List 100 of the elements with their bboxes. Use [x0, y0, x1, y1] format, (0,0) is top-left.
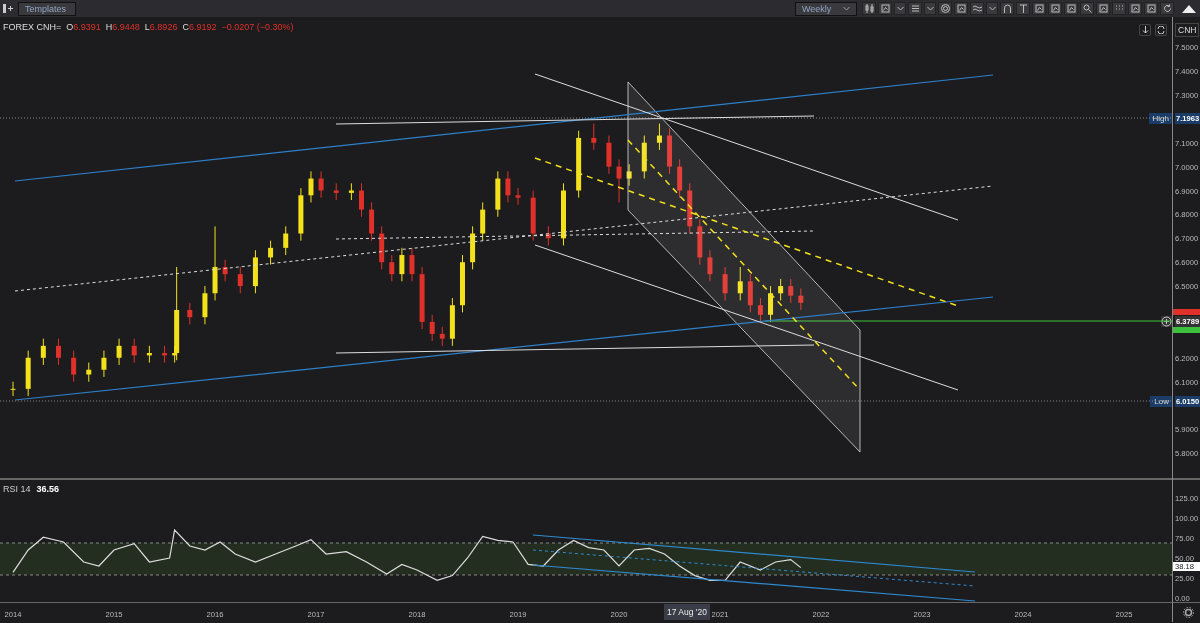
- candle: [283, 225, 289, 256]
- down-arrow-icon[interactable]: [1139, 24, 1151, 36]
- field-value: 6.9391: [73, 22, 101, 32]
- settings-icon[interactable]: [1183, 607, 1194, 618]
- field-label: C: [182, 22, 189, 32]
- field-label: O: [66, 22, 74, 32]
- candle: [429, 314, 435, 342]
- candle: [40, 338, 46, 366]
- text-icon[interactable]: [1016, 2, 1030, 15]
- candle: [409, 247, 415, 282]
- field-label: H: [105, 22, 113, 32]
- wave-icon[interactable]: [970, 2, 984, 15]
- caret-icon[interactable]: [986, 2, 998, 15]
- candle: [768, 285, 774, 323]
- grid-icon[interactable]: [1112, 2, 1126, 15]
- candle: [626, 163, 632, 187]
- candle: [202, 285, 208, 325]
- change-value: −0.0207 (−0.30%): [221, 22, 294, 32]
- caret-icon[interactable]: [924, 2, 936, 15]
- field-label: L: [144, 22, 150, 32]
- candle: [545, 225, 551, 246]
- annotation-drawing[interactable]: [532, 534, 976, 602]
- magnet-icon[interactable]: [1000, 2, 1014, 15]
- price-tag: [1173, 327, 1200, 333]
- candle: [449, 297, 455, 347]
- candle: [389, 254, 395, 282]
- candle: [318, 170, 324, 199]
- candle: [460, 254, 465, 313]
- candle: [576, 130, 582, 199]
- symbol-name: FOREX CNH=: [3, 22, 62, 32]
- candle: [737, 266, 743, 301]
- candle: [439, 326, 445, 347]
- candle: [641, 135, 647, 180]
- candle: [606, 135, 612, 175]
- candle: [359, 182, 364, 218]
- panel-toggle-icon[interactable]: [2, 2, 14, 15]
- candle: [348, 182, 354, 201]
- candle: [530, 190, 536, 242]
- candle: [237, 266, 243, 294]
- candle: [399, 247, 405, 282]
- candle: [495, 170, 501, 218]
- candle: [162, 345, 168, 364]
- search-icon[interactable]: [1080, 2, 1094, 15]
- candle: [25, 350, 31, 397]
- candle: [10, 381, 16, 397]
- candle: [707, 249, 713, 282]
- price-tag: [1173, 309, 1200, 315]
- candle: [616, 158, 622, 203]
- candle: [222, 259, 228, 282]
- candle: [369, 201, 375, 242]
- candle: [56, 338, 61, 366]
- candle: [591, 123, 597, 151]
- marker-label: Low: [1150, 395, 1173, 407]
- list-icon[interactable]: [908, 2, 922, 15]
- candle: [757, 297, 763, 323]
- currency-dropdown[interactable]: CNH: [1175, 23, 1200, 37]
- candle: [101, 350, 107, 378]
- candle: [419, 266, 425, 330]
- candle: [722, 266, 728, 301]
- candle: [687, 182, 693, 234]
- mountain-icon: [1182, 4, 1196, 13]
- annotation-drawing[interactable]: [14, 73, 994, 453]
- candle: [515, 187, 521, 206]
- field-value: 6.9448: [112, 22, 140, 32]
- candle: [86, 362, 92, 383]
- candle: [667, 127, 673, 175]
- candle: [788, 278, 794, 304]
- candle: [187, 302, 193, 325]
- caret-icon: [843, 6, 850, 11]
- add-icon[interactable]: [1161, 315, 1172, 327]
- candle-icon[interactable]: [862, 2, 876, 15]
- candle: [778, 278, 784, 301]
- indicator-value: 36.56: [36, 484, 60, 494]
- candle: [798, 288, 804, 311]
- candle: [505, 170, 511, 203]
- candle: [470, 225, 476, 270]
- refresh-icon[interactable]: [1155, 24, 1167, 36]
- candle: [379, 225, 385, 270]
- candle: [252, 249, 258, 294]
- candle: [656, 123, 662, 151]
- candle: [480, 201, 486, 242]
- candle: [333, 182, 339, 201]
- candle: [146, 345, 152, 364]
- candle: [131, 338, 137, 364]
- circle-icon[interactable]: [938, 2, 952, 15]
- candle: [747, 273, 753, 313]
- field-value: 6.9192: [188, 22, 217, 32]
- candle: [298, 187, 304, 242]
- candle: [677, 158, 683, 199]
- candle: [116, 338, 122, 366]
- caret-icon[interactable]: [894, 2, 906, 15]
- candle: [697, 218, 703, 266]
- candle: [561, 182, 566, 246]
- marker-label: High: [1148, 112, 1173, 124]
- field-value: 6.8926: [149, 22, 178, 32]
- templates-dropdown[interactable]: Templates: [18, 1, 76, 16]
- interval-dropdown[interactable]: Weekly: [795, 1, 857, 16]
- refresh-icon[interactable]: [1160, 2, 1174, 15]
- candle: [71, 350, 77, 383]
- candle: [268, 240, 274, 266]
